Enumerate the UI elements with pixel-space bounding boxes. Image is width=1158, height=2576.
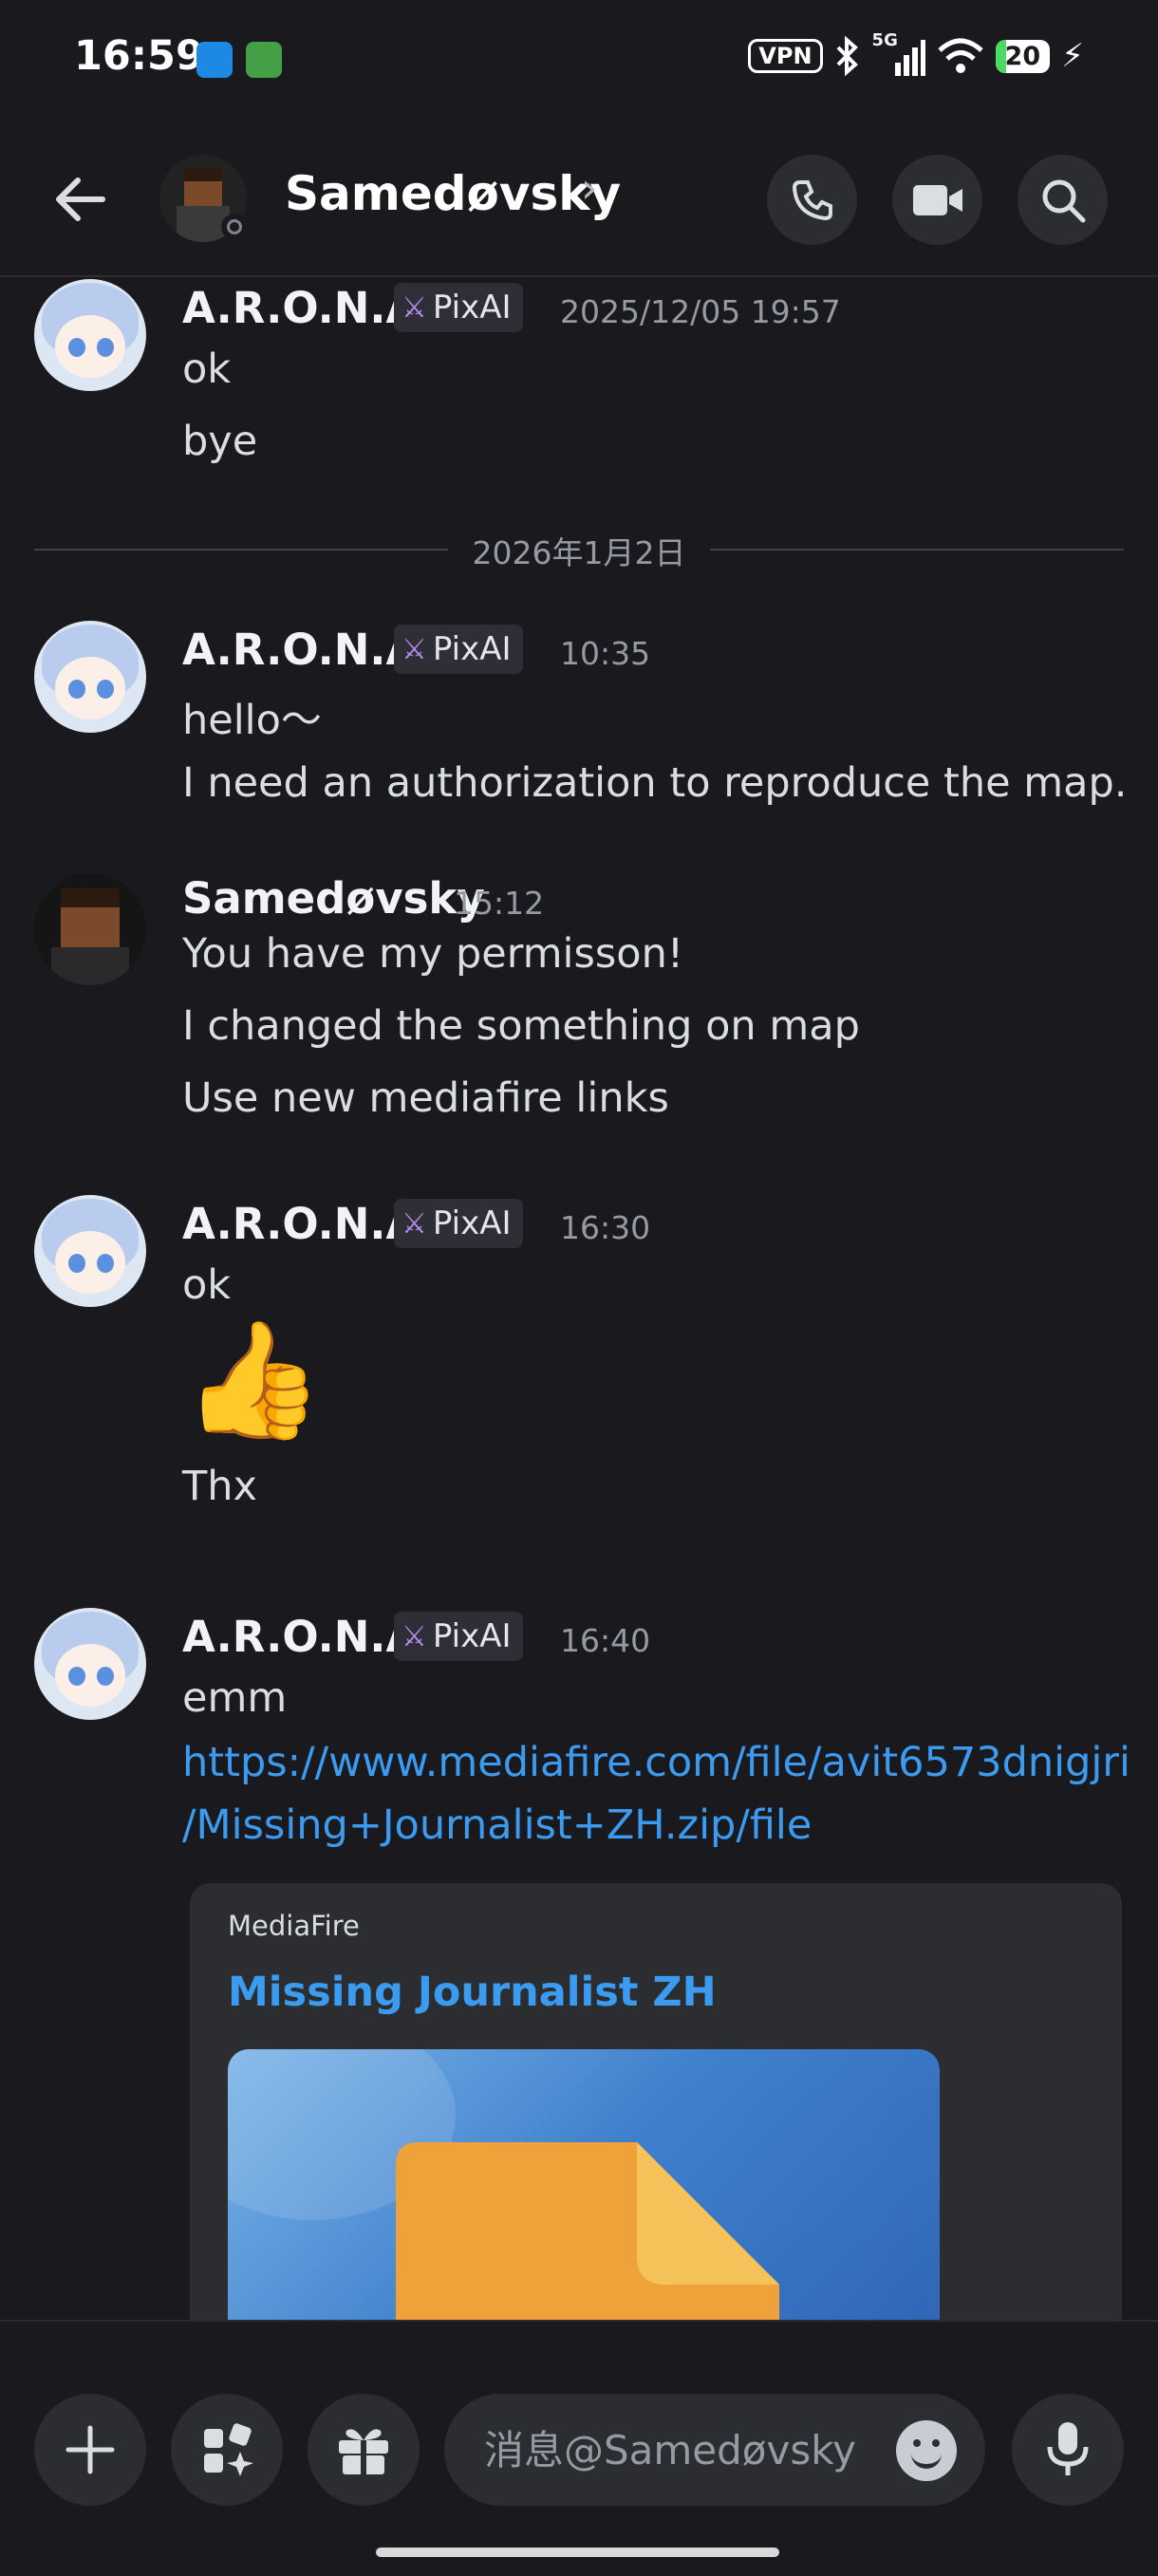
message-text[interactable]: emm <box>182 1674 287 1722</box>
mediafire-link[interactable]: https://www.mediafire.com/file/avit6573d… <box>182 1739 1130 1786</box>
author-avatar[interactable] <box>34 873 146 985</box>
mediafire-link-continued[interactable]: /Missing+Journalist+ZH.zip/file <box>182 1801 812 1849</box>
thumbs-up-emoji[interactable]: 👍 <box>182 1305 324 1457</box>
phone-icon <box>792 179 832 220</box>
add-attachment-button[interactable] <box>34 2394 146 2506</box>
sword-icon: ⚔ <box>402 1619 427 1653</box>
message-text[interactable]: ok <box>182 1261 231 1309</box>
signal-icon: 5G <box>872 30 925 76</box>
message-text[interactable]: Use new mediafire links <box>182 1074 669 1122</box>
embed-title[interactable]: Missing Journalist ZH <box>228 1969 717 2016</box>
message-composer <box>0 2320 1158 2576</box>
apps-icon <box>204 2423 253 2476</box>
message-timestamp: 16:30 <box>560 1209 651 1246</box>
app-tag: ⚔ PixAI <box>394 1199 523 1248</box>
author-name[interactable]: A.R.O.N.A <box>182 283 419 333</box>
message-timestamp: 16:40 <box>560 1622 651 1659</box>
tag-label: PixAI <box>432 1617 512 1655</box>
voice-message-button[interactable] <box>1012 2394 1124 2506</box>
author-avatar[interactable] <box>34 279 146 391</box>
gift-button[interactable] <box>308 2394 420 2506</box>
message-input[interactable] <box>482 2420 866 2479</box>
chat-header: Samedøvsky › <box>0 119 1158 277</box>
tag-label: PixAI <box>432 630 512 668</box>
embed-provider[interactable]: MediaFire <box>228 1910 360 1942</box>
vpn-badge: VPN <box>748 39 823 73</box>
date-divider-label: 2026年1月2日 <box>472 534 686 571</box>
search-button[interactable] <box>1018 155 1108 245</box>
plus-icon <box>65 2425 115 2474</box>
message-timestamp: 10:35 <box>560 635 651 672</box>
app-tag: ⚔ PixAI <box>394 625 523 674</box>
message-text[interactable]: hello～ <box>182 687 322 746</box>
message-text[interactable]: ok <box>182 345 231 393</box>
wifi-icon <box>937 38 983 73</box>
bluetooth-icon <box>836 36 858 76</box>
sword-icon: ⚔ <box>402 290 427 325</box>
sword-icon: ⚔ <box>402 1206 427 1241</box>
charging-app-icon <box>246 42 282 78</box>
network-label: 5G <box>871 30 898 50</box>
microphone-icon <box>1047 2422 1089 2475</box>
status-bar: 16:59 VPN 5G 20 ⚡ <box>0 0 1158 119</box>
video-call-button[interactable] <box>892 155 982 245</box>
embed-thumbnail[interactable] <box>228 2049 940 2320</box>
video-camera-icon <box>912 184 962 215</box>
offline-status-icon <box>221 214 248 240</box>
status-indicators: VPN 5G 20 ⚡ <box>748 30 1084 76</box>
link-embed[interactable]: MediaFire Missing Journalist ZH <box>190 1883 1122 2320</box>
message-text[interactable]: bye <box>182 418 257 465</box>
status-time: 16:59 <box>74 32 204 80</box>
date-divider: 2026年1月2日 <box>34 528 1124 571</box>
app-tag: ⚔ PixAI <box>394 1612 523 1661</box>
apps-button[interactable] <box>171 2394 283 2506</box>
author-avatar[interactable] <box>34 1608 146 1720</box>
notification-app-icon <box>196 42 233 78</box>
emoji-icon[interactable] <box>896 2420 957 2481</box>
app-tag: ⚔ PixAI <box>394 283 523 332</box>
sword-icon: ⚔ <box>402 632 427 666</box>
battery-indicator: 20 <box>995 39 1051 73</box>
battery-level: 20 <box>1004 41 1041 71</box>
message-timestamp: 15:12 <box>454 885 545 922</box>
home-indicator[interactable] <box>376 2548 779 2557</box>
author-avatar[interactable] <box>34 621 146 733</box>
author-name[interactable]: Samedøvsky <box>182 873 485 924</box>
author-avatar[interactable] <box>34 1195 146 1307</box>
back-arrow-icon[interactable] <box>47 166 114 233</box>
message-text[interactable]: I changed the something on map <box>182 1002 860 1050</box>
tag-label: PixAI <box>432 1204 512 1242</box>
author-name[interactable]: A.R.O.N.A <box>182 625 419 675</box>
message-timestamp: 2025/12/05 19:57 <box>560 293 841 330</box>
author-name[interactable]: A.R.O.N.A <box>182 1612 419 1662</box>
search-icon <box>1042 179 1085 222</box>
tag-label: PixAI <box>432 289 512 327</box>
message-input-pill[interactable] <box>444 2394 985 2506</box>
voice-call-button[interactable] <box>767 155 857 245</box>
author-name[interactable]: A.R.O.N.A <box>182 1199 419 1249</box>
gift-icon <box>339 2429 388 2474</box>
charging-bolt-icon: ⚡ <box>1061 37 1084 75</box>
chevron-right-icon[interactable]: › <box>581 164 598 213</box>
message-text[interactable]: I need an authorization to reproduce the… <box>182 759 1127 807</box>
message-text[interactable]: You have my permisson! <box>182 930 683 978</box>
message-text[interactable]: Thx <box>182 1463 257 1510</box>
file-icon <box>396 2142 779 2320</box>
contact-name[interactable]: Samedøvsky <box>285 166 621 221</box>
message-list[interactable]: A.R.O.N.A ⚔ PixAI 2025/12/05 19:57 ok bye… <box>0 277 1158 2320</box>
